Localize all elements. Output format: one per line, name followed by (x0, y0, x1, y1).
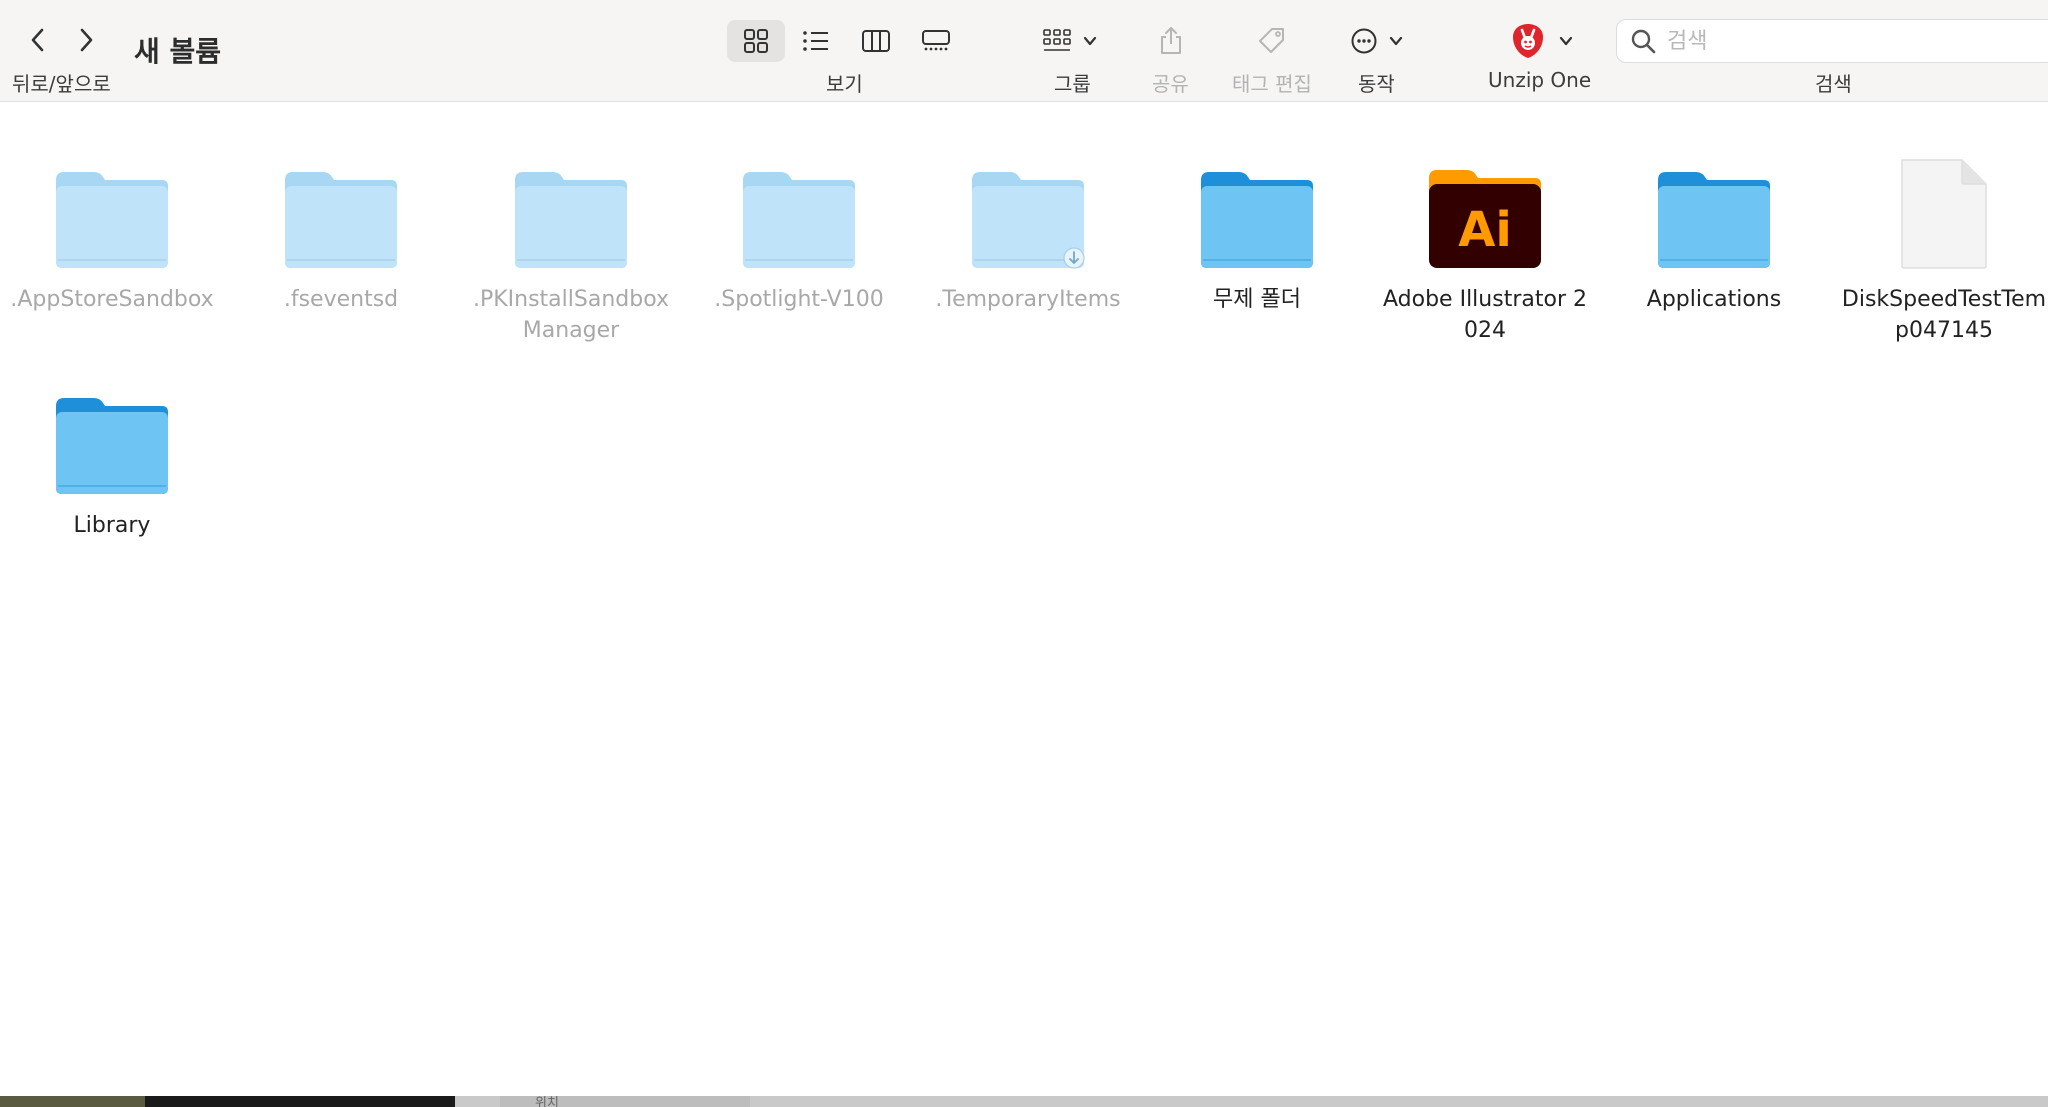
file-item-label: Library (73, 513, 151, 538)
unzip-one-caption: Unzip One (1488, 68, 1592, 92)
file-item[interactable]: DiskSpeedTestTemp047145 (1834, 152, 2048, 346)
bottom-strip: 위치 (0, 1096, 2048, 1107)
share-icon (1161, 27, 1181, 54)
folder-download-icon (963, 152, 1093, 272)
photo-segment (0, 1096, 145, 1107)
file-item[interactable]: .TemporaryItems (918, 152, 1138, 315)
folder-icon (276, 152, 406, 272)
back-forward-caption: 뒤로/앞으로 (12, 72, 111, 96)
folder-icon (734, 152, 864, 272)
folder-icon (1192, 152, 1322, 272)
finder-window: 뒤로/앞으로 새 볼륨 보기 그룹 공유 태그 편집 동작 Unzip One … (0, 0, 2048, 1107)
file-item[interactable]: .Spotlight-V100 (689, 152, 909, 315)
magnifier-icon (1631, 29, 1656, 54)
action-button[interactable] (1350, 20, 1404, 62)
file-item-label: .Spotlight-V100 (714, 287, 884, 312)
file-item-label: DiskSpeedTestTemp047145 (1841, 287, 2047, 343)
back-button[interactable] (16, 20, 60, 60)
search-field[interactable] (1616, 19, 2048, 63)
file-item[interactable]: .AppStoreSandbox (2, 152, 222, 315)
unzip-one-button[interactable] (1508, 20, 1574, 62)
folder-icon (47, 378, 177, 498)
file-item[interactable]: .PKInstallSandboxManager (461, 152, 681, 346)
file-item-label: 무제 폴더 (1213, 287, 1301, 312)
toolbar: 뒤로/앞으로 새 볼륨 보기 그룹 공유 태그 편집 동작 Unzip One … (0, 0, 2048, 102)
chevron-down-icon (1559, 36, 1573, 46)
file-item-label: .AppStoreSandbox (10, 287, 214, 312)
folder-icon (506, 152, 636, 272)
peek-text: 위치 (535, 1096, 559, 1107)
file-item[interactable]: Library (2, 378, 222, 541)
file-item[interactable]: 무제 폴더 (1147, 152, 1367, 315)
chevron-down-icon (1389, 36, 1403, 46)
search-caption: 검색 (1815, 72, 1852, 96)
action-caption: 동작 (1358, 72, 1395, 96)
view-icon-button[interactable] (727, 20, 785, 62)
folder-icon (47, 152, 177, 272)
share-caption: 공유 (1152, 72, 1189, 96)
illustrator-icon: Ai (1420, 152, 1550, 272)
share-button[interactable] (1158, 20, 1184, 62)
more-icon (1351, 28, 1377, 54)
view-column-button[interactable] (847, 20, 905, 62)
svg-text:Ai: Ai (1458, 202, 1512, 258)
tag-icon (1259, 28, 1284, 53)
forward-button[interactable] (64, 20, 108, 60)
window-title: 새 볼륨 (134, 35, 222, 68)
chevron-down-icon (1083, 36, 1097, 46)
document-icon (1879, 152, 2009, 272)
tag-edit-button[interactable] (1257, 20, 1287, 62)
file-item[interactable]: .fseventsd (231, 152, 451, 315)
group-caption: 그룹 (1054, 72, 1091, 96)
chevron-left-icon (31, 28, 44, 52)
tag-edit-caption: 태그 편집 (1232, 72, 1312, 96)
chevron-right-icon (80, 28, 93, 52)
group-grid-icon (1043, 29, 1071, 51)
unzip-one-icon (1513, 24, 1543, 58)
view-list-button[interactable] (787, 20, 845, 62)
gallery-icon (922, 30, 950, 51)
file-item-label: .PKInstallSandboxManager (472, 287, 670, 343)
columns-icon (862, 30, 890, 52)
file-item[interactable]: Ai Adobe Illustrator 2024 (1375, 152, 1595, 346)
file-item-label: Applications (1646, 287, 1782, 312)
file-item-label: Adobe Illustrator 2024 (1383, 287, 1587, 343)
grid-icon (744, 29, 768, 53)
folder-icon (1649, 152, 1779, 272)
file-grid: .AppStoreSandbox .fseventsd .PKInstallSa… (0, 102, 2048, 1096)
file-item-label: .TemporaryItems (935, 287, 1121, 312)
search-input[interactable] (1667, 28, 2027, 54)
group-button[interactable] (1042, 20, 1098, 62)
view-caption: 보기 (826, 72, 863, 96)
view-gallery-button[interactable] (907, 20, 965, 62)
file-item[interactable]: Applications (1604, 152, 1824, 315)
list-icon (803, 31, 828, 51)
file-item-label: .fseventsd (283, 287, 399, 312)
